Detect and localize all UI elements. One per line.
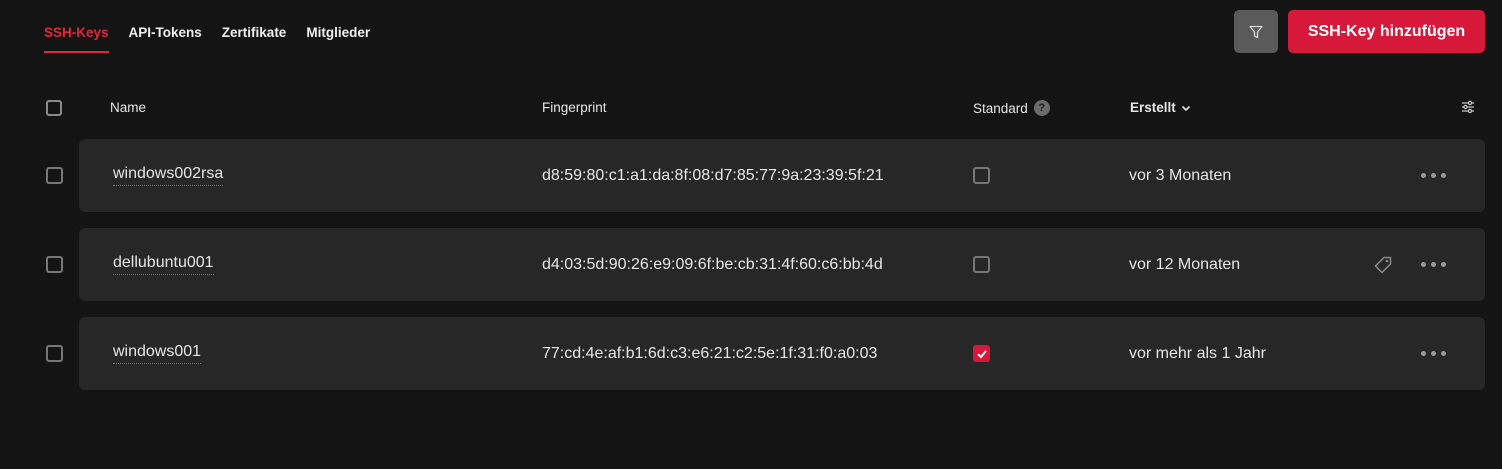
column-header-created[interactable]: Erstellt [1130,100,1192,115]
tab-ssh-keys[interactable]: SSH-Keys [44,0,109,53]
more-dot [1441,262,1446,267]
column-header-fingerprint: Fingerprint [542,100,607,115]
select-all-checkbox[interactable] [46,100,62,116]
fingerprint-cell: 77:cd:4e:af:b1:6d:c3:e6:21:c2:5e:1f:31:f… [542,344,878,362]
check-icon [976,349,987,358]
fingerprint-cell: d4:03:5d:90:26:e9:09:6f:be:cb:31:4f:60:c… [542,255,883,273]
more-dot [1421,351,1426,356]
name-cell: windows001 [113,317,202,390]
row-checkbox[interactable] [46,345,63,362]
more-dot [1431,173,1436,178]
column-header-standard: Standard ? [973,100,1050,116]
tab-api-tokens[interactable]: API-Tokens [129,0,202,53]
key-name-link[interactable]: windows002rsa [113,165,224,186]
more-options-button[interactable] [1421,317,1446,390]
more-dot [1431,351,1436,356]
key-name-link[interactable]: dellubuntu001 [113,254,214,275]
standard-checkbox[interactable] [973,167,990,184]
add-ssh-key-button[interactable]: SSH-Key hinzufügen [1288,10,1485,53]
chevron-down-icon [1181,105,1190,111]
tag-icon [1374,256,1392,273]
more-dot [1441,351,1446,356]
table-row: dellubuntu001 d4:03:5d:90:26:e9:09:6f:be… [79,228,1485,301]
standard-cell [973,139,990,212]
more-dot [1421,262,1426,267]
tab-mitglieder[interactable]: Mitglieder [306,0,370,53]
more-dot [1431,262,1436,267]
filter-button[interactable] [1234,10,1278,53]
standard-cell [973,228,990,301]
tag-button[interactable] [1373,228,1393,301]
created-cell: vor 12 Monaten [1129,255,1241,273]
row-checkbox[interactable] [46,256,63,273]
created-cell: vor 3 Monaten [1129,166,1232,184]
created-cell: vor mehr als 1 Jahr [1129,344,1266,362]
standard-checkbox[interactable] [973,345,990,362]
table-header: Name Fingerprint Standard ? Erstellt [0,88,1502,128]
standard-checkbox[interactable] [973,256,990,273]
more-dot [1421,173,1426,178]
column-settings-button[interactable] [1461,100,1475,117]
table-row: windows002rsa d8:59:80:c1:a1:da:8f:08:d7… [79,139,1485,212]
tab-bar: SSH-Keys API-Tokens Zertifikate Mitglied… [44,0,370,56]
table-row: windows001 77:cd:4e:af:b1:6d:c3:e6:21:c2… [79,317,1485,390]
more-options-button[interactable] [1421,139,1446,212]
standard-cell [973,317,990,390]
sliders-icon [1462,100,1474,114]
name-cell: dellubuntu001 [113,228,214,301]
filter-icon [1249,25,1263,38]
column-header-created-label: Erstellt [1130,100,1176,115]
tab-zertifikate[interactable]: Zertifikate [222,0,287,53]
help-icon[interactable]: ? [1033,100,1050,116]
column-header-name: Name [110,100,147,115]
key-name-link[interactable]: windows001 [113,343,202,364]
row-checkbox[interactable] [46,167,63,184]
fingerprint-cell: d8:59:80:c1:a1:da:8f:08:d7:85:77:9a:23:3… [542,166,884,184]
more-dot [1441,173,1446,178]
column-header-standard-label: Standard [973,100,1028,116]
name-cell: windows002rsa [113,139,224,212]
more-options-button[interactable] [1421,228,1446,301]
